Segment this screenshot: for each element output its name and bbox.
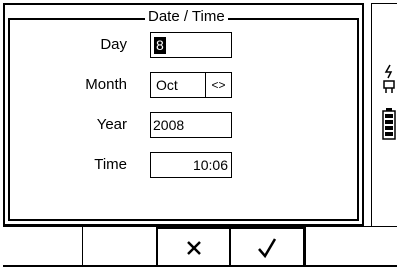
check-icon [258,238,277,259]
dialog-title: Date / Time [145,8,228,25]
time-label: Time [94,156,127,173]
time-field[interactable]: 10:06 [150,152,232,178]
day-value: 8 [154,37,166,54]
month-toggle-button[interactable]: <> [205,72,232,98]
strip-divider [371,3,372,226]
confirm-button[interactable] [231,227,305,267]
year-field[interactable]: 2008 [150,112,232,138]
day-label: Day [100,36,127,53]
softkey-1[interactable] [3,227,81,267]
battery-icon [382,108,396,140]
month-label: Month [85,76,127,93]
day-field[interactable]: 8 [150,32,232,58]
cancel-button[interactable] [156,227,231,267]
softkey-bar [3,226,397,267]
softkey-5[interactable] [305,227,397,267]
softkey-bar-bottom-line [3,265,397,267]
month-field[interactable]: Oct [150,72,206,98]
close-icon [186,241,201,255]
status-strip [371,3,397,226]
date-time-dialog: Date / Time Day 8 Month Oct <> Year 2008… [3,3,364,226]
plug-icon [383,64,395,93]
strip-top-line [371,3,397,4]
year-label: Year [96,116,127,133]
softkey-2[interactable] [82,227,155,267]
